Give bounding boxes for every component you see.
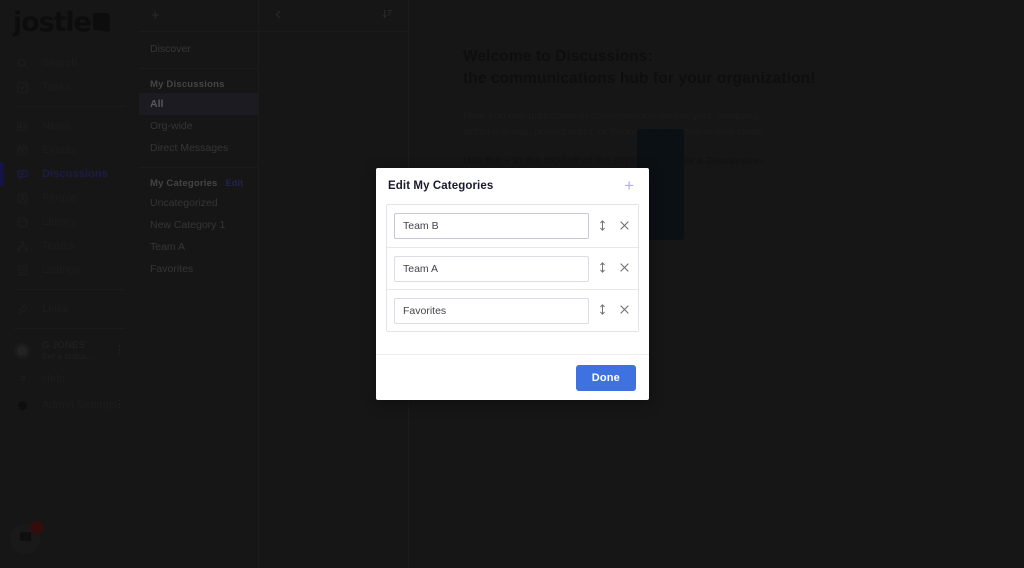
dialog-footer: Done: [376, 354, 649, 400]
category-row-actions: [597, 303, 630, 318]
dialog-body: [376, 204, 649, 354]
drag-vertical-icon[interactable]: [597, 261, 608, 276]
category-name-input[interactable]: [394, 256, 589, 282]
drag-vertical-icon[interactable]: [597, 219, 608, 234]
app-root: jostle Search Tasks: [0, 0, 1024, 568]
plus-icon[interactable]: +: [622, 175, 636, 198]
category-row: [387, 247, 638, 289]
dialog-title: Edit My Categories: [388, 180, 493, 192]
close-icon[interactable]: [619, 220, 630, 233]
category-row-actions: [597, 219, 630, 234]
edit-categories-dialog: Edit My Categories +: [376, 168, 649, 400]
category-name-input[interactable]: [394, 213, 589, 239]
category-name-input[interactable]: [394, 298, 589, 324]
done-button[interactable]: Done: [576, 365, 636, 391]
close-icon[interactable]: [619, 262, 630, 275]
category-list: [386, 204, 639, 332]
category-row: [387, 289, 638, 331]
category-row: [387, 205, 638, 247]
close-icon[interactable]: [619, 304, 630, 317]
dialog-header: Edit My Categories +: [376, 168, 649, 204]
category-row-actions: [597, 261, 630, 276]
drag-vertical-icon[interactable]: [597, 303, 608, 318]
